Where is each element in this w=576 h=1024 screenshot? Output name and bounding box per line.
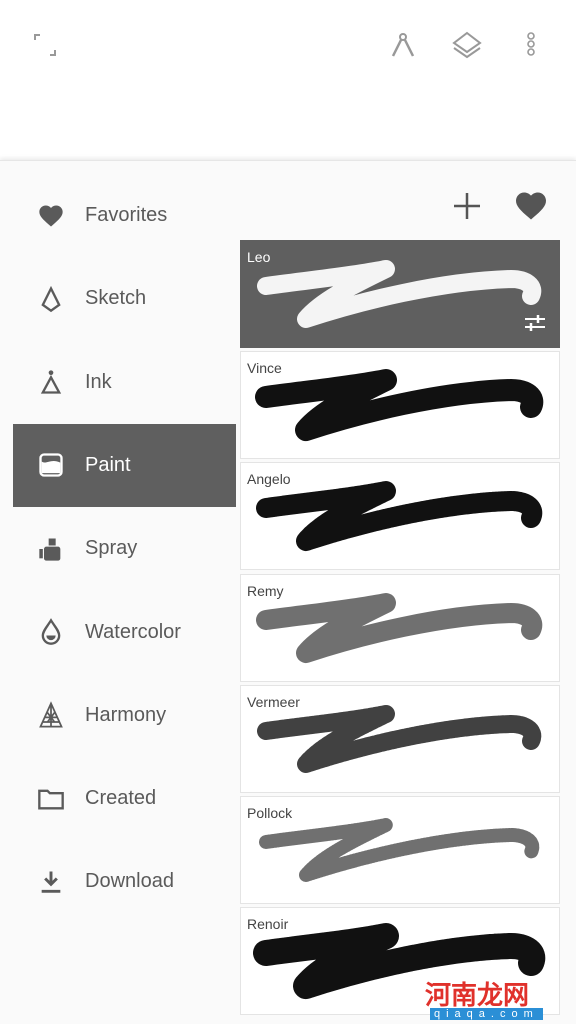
brush-name: Pollock: [247, 805, 293, 821]
sidebar-item-paint[interactable]: Paint: [13, 423, 236, 507]
folder-icon: [38, 789, 64, 810]
sketch-pen-icon: [41, 285, 61, 312]
brush-card-remy[interactable]: Remy: [240, 573, 560, 682]
sidebar-item-download[interactable]: Download: [13, 840, 236, 923]
sidebar-item-label: Watercolor: [85, 620, 181, 643]
brush-stroke-preview: [256, 592, 543, 663]
heart-icon: [39, 205, 63, 226]
sidebar-item-label: Download: [85, 870, 174, 893]
brush-stroke-preview: [255, 369, 544, 442]
brush-name: Angelo: [247, 471, 291, 488]
sidebar-item-created[interactable]: Created: [13, 757, 236, 840]
brush-name: Vince: [247, 360, 282, 377]
brush-stroke-preview: [257, 260, 542, 328]
add-icon[interactable]: [449, 188, 485, 224]
harmony-icon: [39, 701, 63, 728]
sidebar-item-favorites[interactable]: Favorites: [13, 174, 236, 257]
water-drop-icon: [41, 618, 61, 645]
heart-icon[interactable]: [513, 188, 549, 224]
sidebar-item-label: Ink: [85, 370, 112, 393]
top-toolbar: [0, 0, 576, 158]
fullscreen-icon[interactable]: [28, 28, 62, 62]
sidebar-item-label: Favorites: [85, 204, 168, 226]
sidebar-item-harmony[interactable]: Harmony: [13, 674, 236, 757]
sidebar-item-label: Harmony: [85, 703, 167, 726]
brush-card-pollock[interactable]: Pollock: [240, 796, 560, 904]
ink-pen-icon: [40, 370, 62, 394]
brush-card-angelo[interactable]: Angelo: [240, 462, 560, 571]
sidebar-item-label: Paint: [85, 453, 131, 476]
brush-name: Vermeer: [247, 693, 300, 710]
brush-name: Leo: [247, 249, 271, 265]
sidebar-item-label: Created: [85, 787, 157, 810]
brush-name: Renoir: [247, 916, 289, 933]
brush-card-leo[interactable]: Leo: [240, 240, 560, 348]
sidebar-item-sketch[interactable]: Sketch: [13, 257, 236, 340]
ruler-compass-icon[interactable]: [386, 28, 420, 62]
paint-bucket-icon: [39, 453, 63, 478]
brush-card-vince[interactable]: Vince: [240, 351, 560, 460]
more-vertical-icon[interactable]: [514, 28, 548, 62]
download-icon: [41, 871, 61, 893]
watermark: 河南龙网: [425, 980, 530, 1010]
spray-can-icon: [39, 538, 61, 561]
brush-name: Remy: [247, 582, 284, 599]
brush-card-vermeer[interactable]: Vermeer: [240, 684, 560, 793]
layers-icon[interactable]: [450, 28, 484, 62]
sidebar-item-label: Sketch: [85, 287, 147, 310]
watermark-url: qiaqa.com: [430, 1008, 543, 1020]
sidebar-item-spray[interactable]: Spray: [13, 507, 236, 590]
sidebar-item-watercolor[interactable]: Watercolor: [13, 591, 236, 674]
sidebar-item-ink[interactable]: Ink: [13, 341, 236, 424]
sidebar-item-label: Spray: [85, 537, 138, 560]
brush-settings-icon[interactable]: [523, 313, 547, 333]
